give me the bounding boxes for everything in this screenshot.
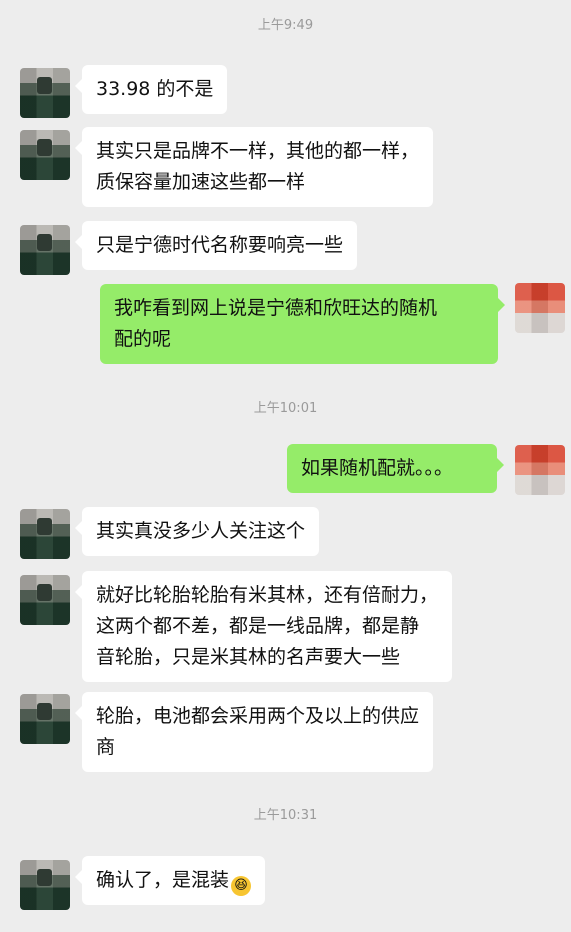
message-line: 确认了，是混装 😆 xyxy=(96,865,252,896)
self-avatar[interactable] xyxy=(515,283,565,333)
message-text: 确认了，是混装 xyxy=(96,869,230,891)
message-bubble-incoming[interactable]: 只是宁德时代名称要响亮一些 xyxy=(74,221,358,270)
message-bubble-incoming[interactable]: 确认了，是混装 😆 xyxy=(74,856,266,905)
message-text: 其实只是品牌不一样，其他的都一样， xyxy=(96,140,420,162)
message-text: 我咋看到网上说是宁德和欣旺达的随机 xyxy=(114,297,438,319)
timestamp: 上午10:31 xyxy=(253,808,318,823)
message-text: 只是宁德时代名称要响亮一些 xyxy=(96,234,344,256)
message-text: 其实真没多少人关注这个 xyxy=(96,520,306,542)
timestamp: 上午10:01 xyxy=(253,401,318,416)
message-text: 音轮胎，只是米其林的名声要大一些 xyxy=(96,646,401,668)
contact-avatar[interactable] xyxy=(20,509,70,559)
contact-avatar[interactable] xyxy=(20,225,70,275)
message-text: 33.98 的不是 xyxy=(96,78,214,100)
message-bubble-incoming[interactable]: 33.98 的不是 xyxy=(74,65,228,114)
message-text: 商 xyxy=(96,736,116,758)
message-bubble-incoming[interactable]: 就好比轮胎轮胎有米其林，还有倍耐力， 这两个都不差，都是一线品牌，都是静 音轮胎… xyxy=(74,571,453,682)
message-bubble-incoming[interactable]: 其实真没多少人关注这个 xyxy=(74,507,320,556)
message-text: 如果随机配就。。。 xyxy=(301,457,454,479)
message-bubble-incoming[interactable]: 其实只是品牌不一样，其他的都一样， 质保容量加速这些都一样 xyxy=(74,127,434,207)
message-text: 质保容量加速这些都一样 xyxy=(96,171,306,193)
laughing-emoji-icon: 😆 xyxy=(231,876,252,896)
timestamp: 上午9:49 xyxy=(257,18,314,33)
message-bubble-outgoing[interactable]: 我咋看到网上说是宁德和欣旺达的随机 配的呢 xyxy=(100,284,505,364)
contact-avatar[interactable] xyxy=(20,130,70,180)
contact-avatar[interactable] xyxy=(20,68,70,118)
message-bubble-incoming[interactable]: 轮胎，电池都会采用两个及以上的供应 商 xyxy=(74,692,434,772)
self-avatar[interactable] xyxy=(515,445,565,495)
contact-avatar[interactable] xyxy=(20,860,70,910)
message-bubble-outgoing[interactable]: 如果随机配就。。。 xyxy=(287,444,504,493)
contact-avatar[interactable] xyxy=(20,694,70,744)
message-text: 配的呢 xyxy=(114,328,172,350)
contact-avatar[interactable] xyxy=(20,575,70,625)
message-text: 这两个都不差，都是一线品牌，都是静 xyxy=(96,615,420,637)
message-text: 就好比轮胎轮胎有米其林，还有倍耐力， xyxy=(96,584,439,606)
message-text: 轮胎，电池都会采用两个及以上的供应 xyxy=(96,705,420,727)
